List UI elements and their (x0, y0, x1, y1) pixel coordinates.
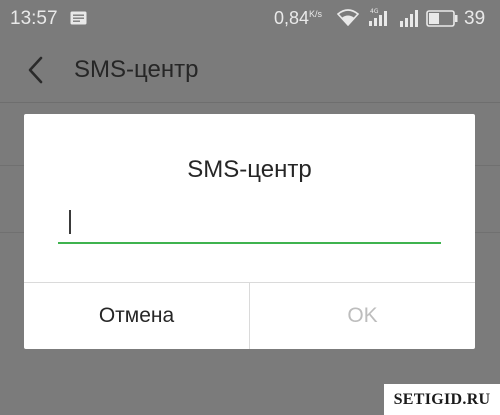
toolbar-divider (0, 102, 500, 103)
input-underline (58, 242, 441, 244)
list-divider (475, 232, 500, 233)
page-title: SMS-центр (74, 56, 199, 83)
sms-center-dialog: SMS-центр Отмена OK (24, 114, 475, 349)
signal-icon: 4G (369, 8, 387, 26)
dialog-title: SMS-центр (187, 156, 312, 183)
signal-icon (400, 10, 418, 27)
text-cursor (69, 210, 71, 234)
toolbar: SMS-центр (0, 36, 500, 102)
status-time: 13:57 (10, 8, 58, 29)
list-divider (0, 232, 24, 233)
battery-level: 39 (464, 8, 486, 29)
ok-button[interactable]: OK (250, 283, 475, 349)
status-bar: 13:57 0,84K/s 4G 39 (0, 0, 500, 36)
sms-center-input[interactable] (58, 206, 441, 244)
message-icon (70, 11, 87, 25)
cancel-button[interactable]: Отмена (24, 283, 249, 349)
list-divider (0, 165, 24, 166)
watermark-logo: SETIGID.RU (384, 384, 500, 415)
network-speed: 0,84K/s (274, 8, 323, 28)
chevron-left-icon[interactable] (24, 54, 48, 86)
svg-text:4G: 4G (370, 8, 379, 15)
battery-icon (426, 10, 458, 27)
list-divider (475, 165, 500, 166)
wifi-icon (337, 9, 359, 26)
